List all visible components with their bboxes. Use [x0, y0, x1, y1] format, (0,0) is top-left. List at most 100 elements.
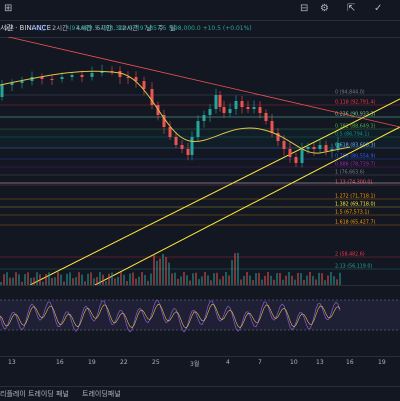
volume-bar	[93, 278, 95, 285]
layout-icon[interactable]: ⊞	[4, 3, 12, 15]
volume-bar	[51, 278, 53, 285]
candle-body	[223, 107, 226, 113]
volume-bar	[186, 275, 188, 285]
candle-body	[295, 157, 298, 163]
candle-body	[11, 83, 14, 85]
volume-bar	[222, 276, 224, 285]
fib-label: 1.13 (74,300.0)	[335, 180, 372, 186]
date-tick: 7	[258, 359, 262, 366]
volume-bar	[333, 276, 335, 285]
trading-panel-tab[interactable]: 트레이딩패널	[82, 389, 121, 399]
volume-bar	[183, 272, 185, 285]
volume-bar	[306, 276, 308, 285]
rsi-pane[interactable]	[0, 285, 400, 348]
volume-bar	[39, 274, 41, 285]
fib-label: 1.272 (71,718.1)	[335, 194, 375, 200]
volume-bar	[156, 261, 158, 285]
volume-bar	[234, 253, 236, 285]
candle-body	[127, 77, 130, 78]
volume-bar	[228, 275, 230, 285]
volume-bar	[15, 272, 17, 285]
candle-body	[191, 137, 194, 155]
candle-body	[197, 121, 200, 137]
volume-bar	[129, 274, 131, 285]
volume-bar	[270, 276, 272, 285]
volume-bar	[30, 278, 32, 285]
volume-bar	[81, 275, 83, 285]
volume-bar	[24, 274, 26, 285]
volume-bar	[3, 274, 5, 285]
replay-trading-panel-tab[interactable]: 리플레이 트레이딩 패널	[0, 389, 69, 399]
volume-bar	[321, 273, 323, 285]
volume-bar	[69, 272, 71, 285]
candle-body	[235, 101, 238, 109]
volume-bar	[57, 272, 59, 285]
volume-bar	[6, 272, 8, 285]
candle-body	[1, 85, 4, 97]
fib-label: 0.5 (86,794.1)	[335, 132, 369, 138]
volume-bar	[255, 273, 257, 285]
resistance-trendline	[0, 37, 400, 127]
date-tick: 16	[56, 359, 64, 366]
date-tick: 4	[226, 359, 230, 366]
candle-body	[253, 107, 256, 109]
settings-icon[interactable]: ⚙	[320, 3, 329, 15]
volume-bar	[9, 278, 11, 285]
candle-body	[337, 143, 340, 149]
fib-label: 1 (76,663.6)	[335, 170, 365, 176]
volume-bar	[27, 272, 29, 285]
volume-bar	[165, 257, 167, 285]
fib-label: 1.5 (67,573.1)	[335, 210, 369, 216]
bottom-panel-bar: 리플레이 트레이딩 패널 트레이딩패널	[0, 386, 400, 401]
date-tick: 10	[290, 359, 298, 366]
candle-body	[61, 77, 64, 79]
volume-bar	[195, 273, 197, 285]
volume-bar	[327, 275, 329, 285]
time-axis[interactable]: 13 16 19 22 25 3월 4 7 10 13 16 19	[0, 356, 400, 369]
volume-bar	[120, 272, 122, 285]
volume-bar	[285, 276, 287, 285]
volume-bar	[309, 272, 311, 285]
rsi-chart-svg[interactable]	[0, 286, 400, 348]
candle-body	[247, 107, 250, 109]
volume-bar	[144, 275, 146, 285]
candle-body	[181, 145, 184, 149]
window-icon[interactable]: ⊟	[300, 3, 308, 15]
volume-bar	[87, 274, 89, 285]
fib-label: 0.886 (78,739.7)	[335, 162, 375, 168]
volume-bar	[132, 273, 134, 285]
volume-bar	[201, 276, 203, 285]
candle-body	[215, 95, 218, 109]
fib-label: 1.618 (65,427.7)	[335, 220, 375, 226]
fullscreen-icon[interactable]: ⇱	[347, 3, 355, 15]
candle-body	[289, 149, 292, 157]
volume-bar	[102, 275, 104, 285]
date-tick: 22	[120, 359, 128, 366]
volume-bar	[207, 275, 209, 285]
date-tick: 13	[8, 359, 16, 366]
symbol-label: 시간 · BINANCE	[0, 23, 51, 33]
volume-bar	[54, 277, 56, 285]
volume-bar	[141, 272, 143, 285]
volume-bar	[162, 254, 164, 285]
volume-bar	[276, 273, 278, 285]
volume-bar	[150, 273, 152, 285]
volume-bar	[225, 272, 227, 285]
fib-label: 0 (94,844.0)	[335, 90, 365, 96]
price-chart[interactable]: 0 (94,844.0) 0.118 (92,791.4) 0.236 (90,93…	[0, 37, 400, 285]
price-chart-svg[interactable]: 0 (94,844.0)0.118 (92,791.4)0.236 (90,93…	[0, 37, 400, 285]
volume-bar	[297, 273, 299, 285]
candle-body	[187, 149, 190, 155]
ohlc-readout: 시97,989.5 고98,300.0 저97,857.5 종98,000.0 …	[66, 23, 252, 32]
volume-bar	[72, 278, 74, 285]
volume-bar	[48, 272, 50, 285]
volume-bar	[168, 263, 170, 285]
checkbox-icon[interactable]: ✓	[374, 3, 382, 15]
volume-bar	[213, 273, 215, 285]
volume-bar	[339, 273, 341, 285]
volume-bar	[180, 276, 182, 285]
volume-bar	[204, 272, 206, 285]
candle-body	[259, 107, 262, 113]
volume-bar	[123, 275, 125, 285]
candle-body	[241, 101, 244, 107]
